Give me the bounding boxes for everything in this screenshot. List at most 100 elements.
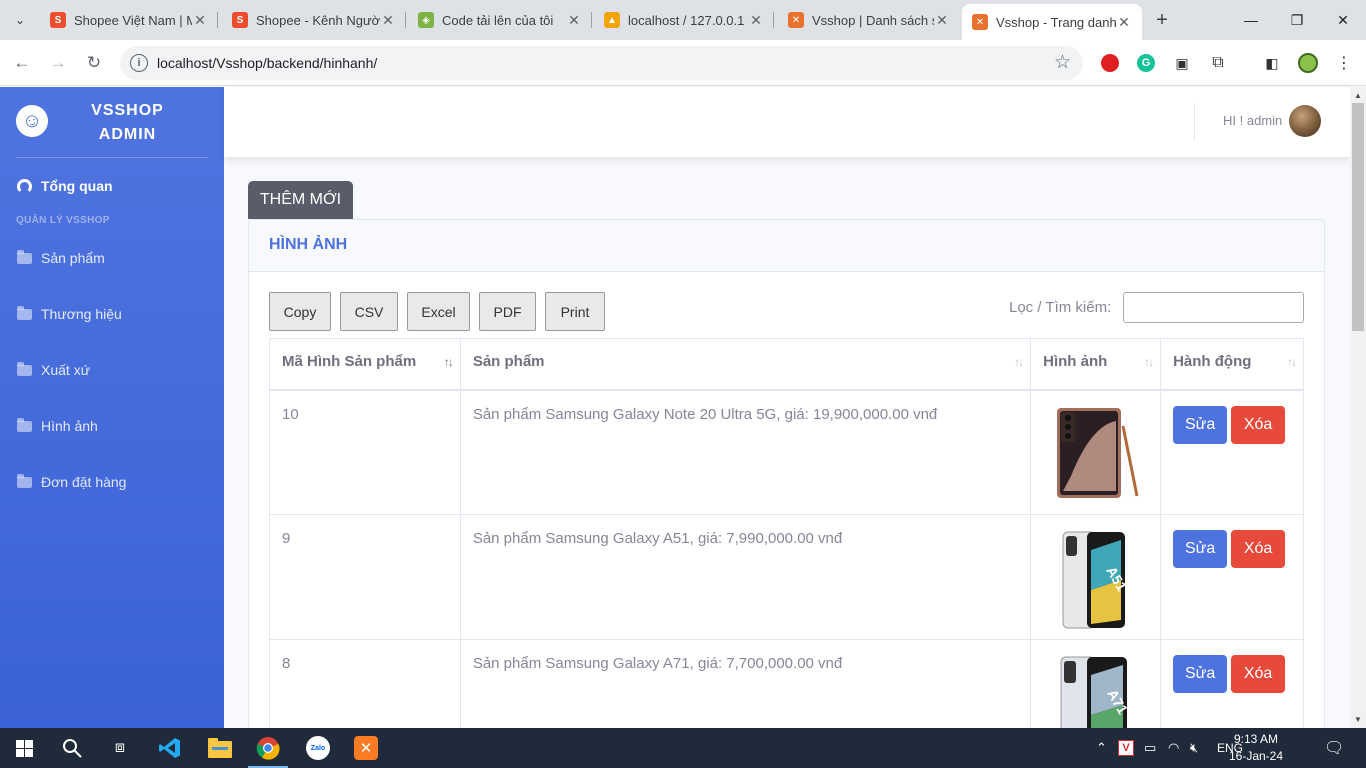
tab-title: Shopee Việt Nam | M [74,12,192,28]
browser-tab-bar: ⌄ S Shopee Việt Nam | M ✕ S Shopee - Kên… [0,0,1366,40]
sidebar-item-dashboard[interactable]: Tổng quan [16,178,113,194]
clock[interactable]: 9:13 AM 16-Jan-24 [1226,731,1286,765]
scroll-down-icon[interactable]: ▼ [1354,715,1362,724]
zalo-icon[interactable]: Zalo [294,728,342,768]
sidebar-item-products[interactable]: Sản phẩm [16,249,105,266]
close-tab-icon[interactable]: ✕ [566,12,582,28]
avatar[interactable] [1289,105,1321,137]
search-input[interactable] [1123,292,1304,323]
windows-start-icon[interactable] [0,728,48,768]
grammarly-extension-icon[interactable]: G [1135,52,1157,74]
reload-icon[interactable]: ↻ [82,51,106,75]
close-tab-icon[interactable]: ✕ [748,12,764,28]
edit-button[interactable]: Sửa [1173,530,1228,568]
extensions-puzzle-icon[interactable]: ⧉ [1207,52,1229,74]
tab-title: Shopee - Kênh Người [256,12,380,28]
print-button[interactable]: Print [545,292,605,331]
column-header-image[interactable]: Hình ảnh ↑↓ [1030,338,1162,391]
restore-icon[interactable]: ❐ [1274,0,1320,40]
column-header-label: Hành động [1173,353,1252,370]
cell-product: Sản phẩm Samsung Galaxy Note 20 Ultra 5G… [459,389,1032,515]
table-row: 10 Sản phẩm Samsung Galaxy Note 20 Ultra… [269,389,1304,515]
cell-image: A51 [1030,514,1162,640]
sidebar-item-label: Đơn đặt hàng [41,474,127,490]
scrollbar-thumb[interactable] [1352,103,1364,331]
volume-muted-icon[interactable]: 🔇︎ [1190,728,1198,768]
pdf-button[interactable]: PDF [479,292,536,331]
browser-menu-icon[interactable]: ⋮ [1333,52,1355,74]
csv-button[interactable]: CSV [340,292,398,331]
folder-icon [16,473,33,489]
file-explorer-icon[interactable] [196,728,244,768]
column-header-id[interactable]: Mã Hình Sản phẩm ↑↓ [269,338,461,391]
battery-icon[interactable]: ▭ [1144,728,1156,768]
column-header-actions[interactable]: Hành động ↑↓ [1160,338,1304,391]
address-bar[interactable]: i localhost/Vsshop/backend/hinhanh/ ☆ [120,46,1083,80]
xampp-icon[interactable]: ✕ [342,728,390,768]
show-hidden-icons-icon[interactable]: ⌃ [1096,728,1107,768]
delete-button[interactable]: Xóa [1231,655,1286,693]
sidebar-item-orders[interactable]: Đơn đặt hàng [16,473,127,490]
search-icon[interactable] [48,728,96,768]
sidebar: ☺ VSSHOP ADMIN Tổng quan QUẢN LÝ VSSHOP … [0,87,224,728]
delete-button[interactable]: Xóa [1231,405,1286,444]
browser-tab[interactable]: S Shopee Việt Nam | M ✕ [40,0,218,40]
tab-search-icon[interactable]: ⌄ [8,8,32,32]
image-extension-icon[interactable]: ▣ [1171,52,1193,74]
sidebar-item-brands[interactable]: Thương hiệu [16,305,122,322]
edit-button[interactable]: Sửa [1173,405,1228,444]
edit-button[interactable]: Sửa [1173,655,1228,693]
sidebar-item-images[interactable]: Hình ảnh [16,417,98,434]
close-tab-icon[interactable]: ✕ [934,12,950,28]
clock-time: 9:13 AM [1233,732,1279,746]
sidebar-heading: QUẢN LÝ VSSHOP [16,215,110,226]
page-scrollbar[interactable]: ▲ ▼ [1350,87,1366,728]
task-view-icon[interactable]: ⧈ [96,728,144,768]
chrome-icon[interactable] [244,728,292,768]
copy-button[interactable]: Copy [269,292,331,331]
vscode-icon[interactable] [146,728,194,768]
back-icon[interactable]: ← [10,51,34,75]
browser-tab-active[interactable]: ✕ Vsshop - Trang danh ✕ [962,4,1142,40]
minimize-icon[interactable]: — [1228,0,1274,40]
close-tab-icon[interactable]: ✕ [380,12,396,28]
user-greeting[interactable]: HI ! admin [1223,113,1282,128]
add-new-button[interactable]: THÊM MỚI [248,181,353,219]
tab-separator [217,12,218,28]
xampp-favicon-icon: ✕ [788,12,804,28]
wifi-icon[interactable]: ◠ [1168,728,1179,768]
sort-icon: ↑↓ [443,355,454,369]
cell-actions: Sửa Xóa [1160,639,1304,738]
folder-icon [16,305,33,321]
url-text[interactable]: localhost/Vsshop/backend/hinhanh/ [157,55,377,71]
sidebar-brand[interactable]: ☺ VSSHOP ADMIN [0,87,224,157]
browser-tab[interactable]: ◈ Code tải lên của tôi ✕ [408,0,592,40]
browser-tab[interactable]: ✕ Vsshop | Danh sách s ✕ [778,0,960,40]
new-tab-icon[interactable]: + [1150,8,1174,32]
delete-button[interactable]: Xóa [1231,530,1286,568]
forward-icon[interactable]: → [46,51,70,75]
folder-icon [16,249,33,265]
scroll-up-icon[interactable]: ▲ [1354,91,1362,100]
site-info-icon[interactable]: i [130,54,148,72]
side-panel-icon[interactable]: ◧ [1261,52,1283,74]
code-favicon-icon: ◈ [418,12,434,28]
brand-title: VSSHOP ADMIN [91,102,164,143]
cell-actions: Sửa Xóa [1160,389,1304,515]
sidebar-item-origins[interactable]: Xuất xứ [16,361,90,378]
close-tab-icon[interactable]: ✕ [1116,14,1132,30]
adblock-extension-icon[interactable] [1099,52,1121,74]
vietkey-icon[interactable]: V [1118,728,1134,768]
browser-tab[interactable]: ▲ localhost / 127.0.0.1 / ✕ [594,0,774,40]
column-header-product[interactable]: Sản phẩm ↑↓ [459,338,1032,391]
close-tab-icon[interactable]: ✕ [192,12,208,28]
sort-icon: ↑↓ [1287,355,1297,369]
table-row: 9 Sản phẩm Samsung Galaxy A51, giá: 7,99… [269,514,1304,640]
profile-avatar-icon[interactable] [1297,52,1319,74]
close-window-icon[interactable]: ✕ [1320,0,1366,40]
browser-tab[interactable]: S Shopee - Kênh Người ✕ [222,0,406,40]
bookmark-star-icon[interactable]: ☆ [1054,51,1071,74]
notifications-icon[interactable]: 🗨︎ [1324,728,1344,768]
tab-title: localhost / 127.0.0.1 / [628,12,748,28]
excel-button[interactable]: Excel [407,292,470,331]
